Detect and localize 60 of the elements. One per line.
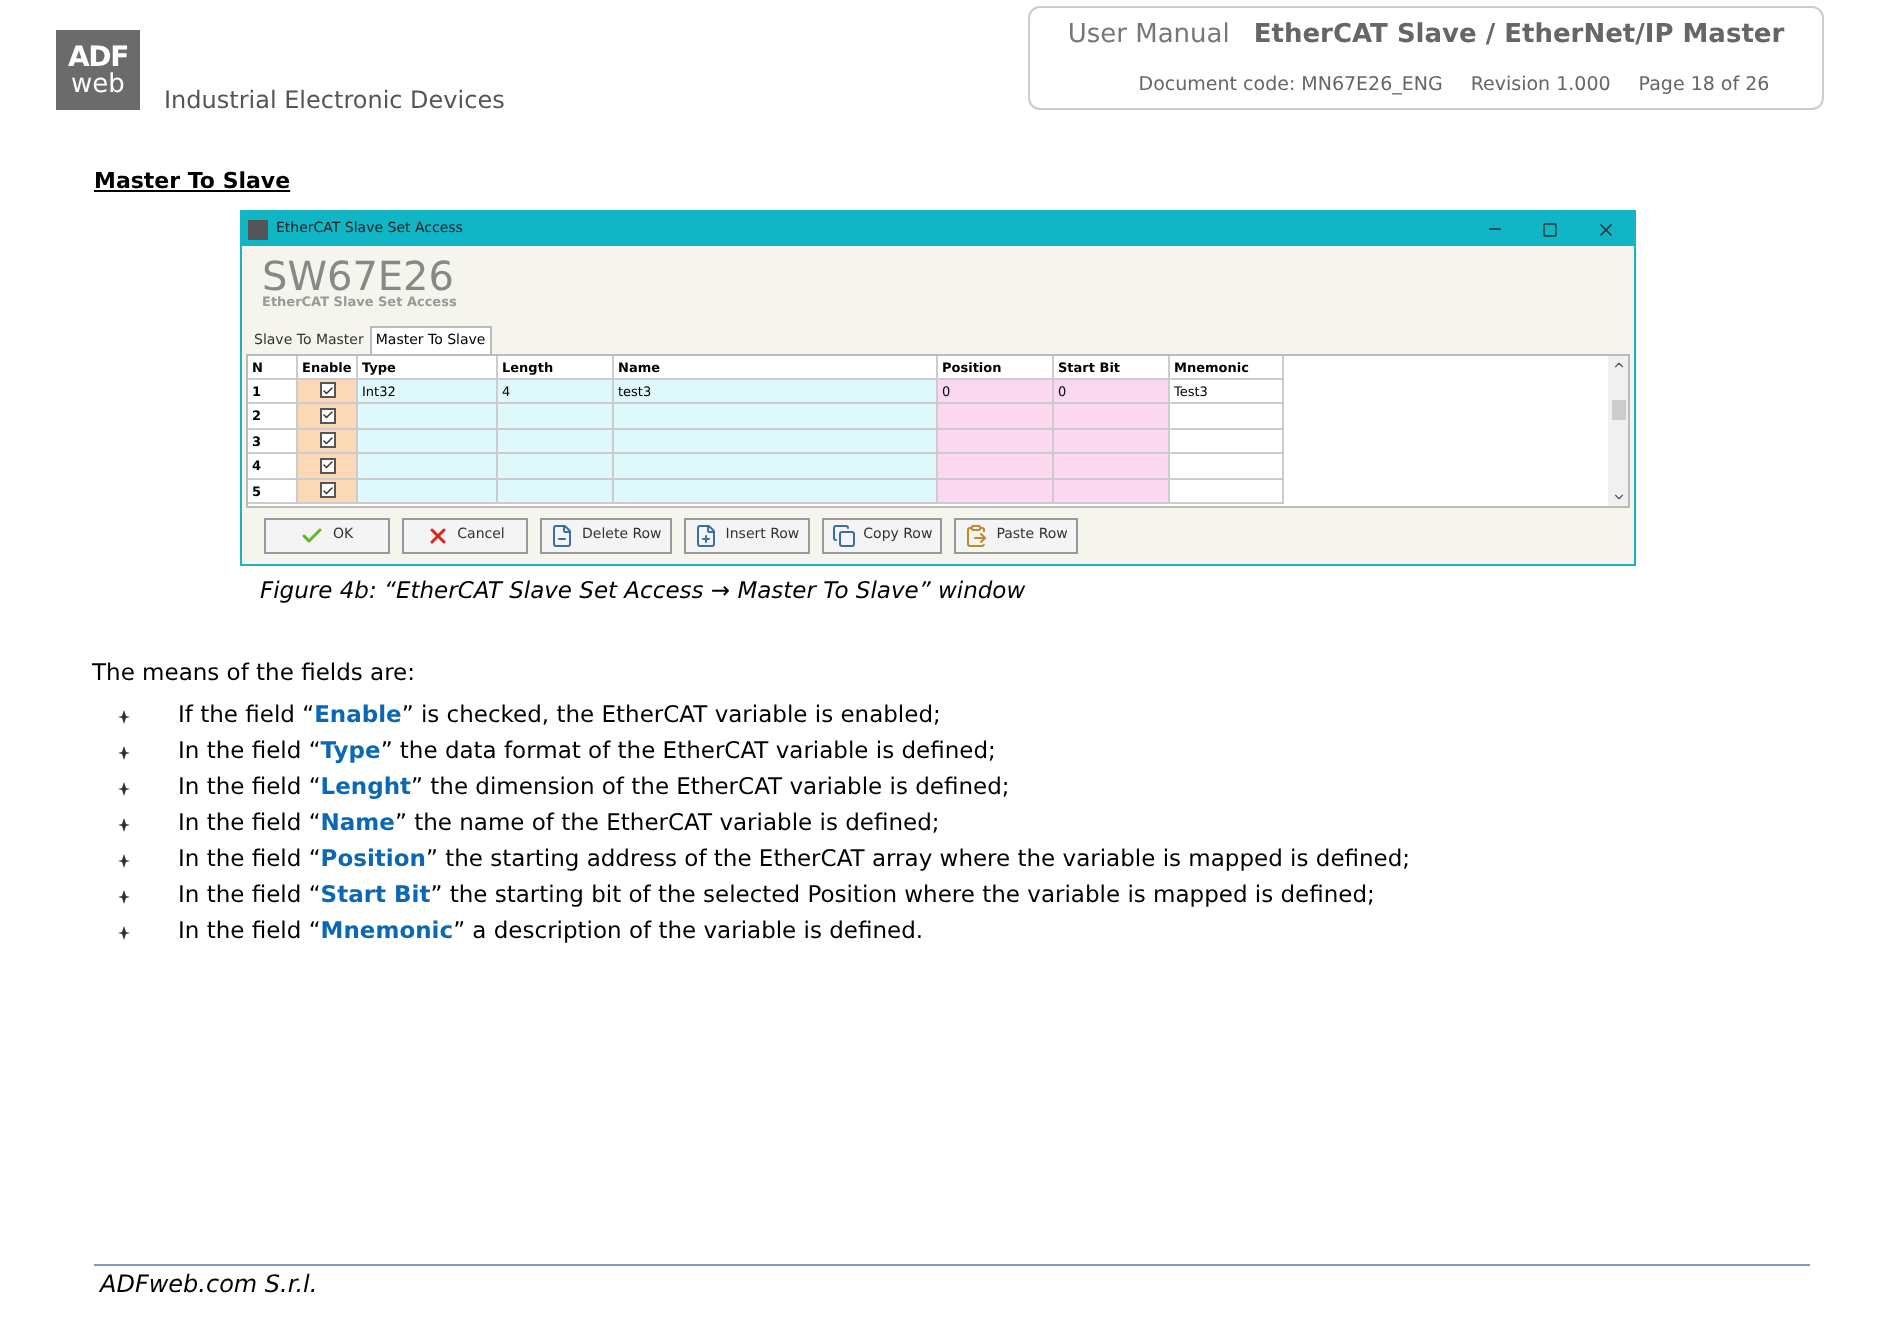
figure-caption: Figure 4b: “EtherCAT Slave Set Access → Master To Slave” window bbox=[260, 573, 1028, 607]
scroll-thumb[interactable] bbox=[1611, 400, 1625, 420]
table-cell bbox=[1170, 429, 1284, 454]
table-cell bbox=[938, 454, 1054, 479]
section-title: Master To Slave bbox=[94, 168, 291, 194]
bullet-icon bbox=[118, 745, 130, 759]
copy-icon bbox=[831, 523, 856, 547]
scroll-down-icon[interactable] bbox=[1611, 489, 1625, 503]
table-cell bbox=[1054, 404, 1170, 429]
revision: Revision 1.000 bbox=[1470, 71, 1611, 99]
scroll-up-icon[interactable] bbox=[1611, 357, 1625, 371]
table-cell bbox=[1054, 454, 1170, 479]
checkbox[interactable] bbox=[319, 457, 335, 474]
table-cell bbox=[498, 454, 614, 479]
maximize-icon[interactable] bbox=[1542, 221, 1558, 237]
bullet-icon bbox=[118, 925, 130, 939]
intro-text: The means of the fields are: bbox=[92, 655, 418, 690]
table-cell bbox=[938, 479, 1054, 504]
logo-bottom-text: web bbox=[71, 71, 125, 97]
page-number: Page 18 of 26 bbox=[1638, 71, 1770, 99]
checkbox[interactable] bbox=[319, 432, 335, 449]
bullet-icon bbox=[118, 853, 130, 867]
table-cell bbox=[938, 429, 1054, 454]
bullet-text: In the field “Position” the starting address of the EtherCAT array where the variable is mapped is defined; bbox=[178, 842, 1411, 877]
clipboard-icon bbox=[964, 523, 989, 547]
close-icon bbox=[425, 523, 450, 547]
table-cell bbox=[938, 404, 1054, 429]
bullet-text: In the field “Lenght” the dimension of the EtherCAT variable is defined; bbox=[178, 770, 1010, 805]
bullet-text: In the field “Mnemonic” a description of the variable is defined. bbox=[178, 914, 924, 949]
table-cell bbox=[1054, 479, 1170, 504]
table-cell bbox=[498, 404, 614, 429]
bullet-icon bbox=[118, 709, 130, 723]
manual-label: User Manual bbox=[1067, 18, 1230, 54]
table-cell bbox=[1170, 404, 1284, 429]
bullet-text: In the field “Name” the name of the EtherCAT variable is defined; bbox=[178, 806, 940, 841]
checkbox[interactable] bbox=[319, 407, 335, 424]
checkbox[interactable] bbox=[319, 382, 335, 399]
bullet-text: In the field “Type” the data format of the EtherCAT variable is defined; bbox=[178, 734, 996, 769]
close-icon[interactable] bbox=[1596, 219, 1616, 239]
app-icon bbox=[248, 219, 268, 239]
bullet-icon bbox=[118, 781, 130, 795]
bullet-icon bbox=[118, 817, 130, 831]
bullet-text: If the field “Enable” is checked, the EtherCAT variable is enabled; bbox=[178, 698, 941, 733]
table-cell bbox=[498, 429, 614, 454]
manual-title: EtherCAT Slave / EtherNet/IP Master bbox=[1253, 18, 1785, 54]
table-cell bbox=[1054, 429, 1170, 454]
app-name: SW67E26 bbox=[262, 256, 455, 296]
table-cell bbox=[498, 479, 614, 504]
bullet-icon bbox=[118, 889, 130, 903]
bullet-text: In the field “Start Bit” the starting bit of the selected Position where the variable is mapped is defined; bbox=[178, 878, 1375, 913]
logo-top-text: ADF bbox=[68, 43, 128, 71]
document-code: Document code: MN67E26_ENG bbox=[1138, 71, 1443, 99]
scrollbar[interactable] bbox=[1608, 355, 1628, 505]
footer-text: ADFweb.com S.r.l. bbox=[100, 1268, 318, 1302]
tagline: Industrial Electronic Devices bbox=[164, 84, 505, 118]
check-icon bbox=[300, 523, 325, 547]
file-plus-icon bbox=[693, 523, 718, 547]
checkbox[interactable] bbox=[319, 482, 335, 499]
table-cell bbox=[1170, 454, 1284, 479]
file-minus-icon bbox=[550, 523, 574, 547]
